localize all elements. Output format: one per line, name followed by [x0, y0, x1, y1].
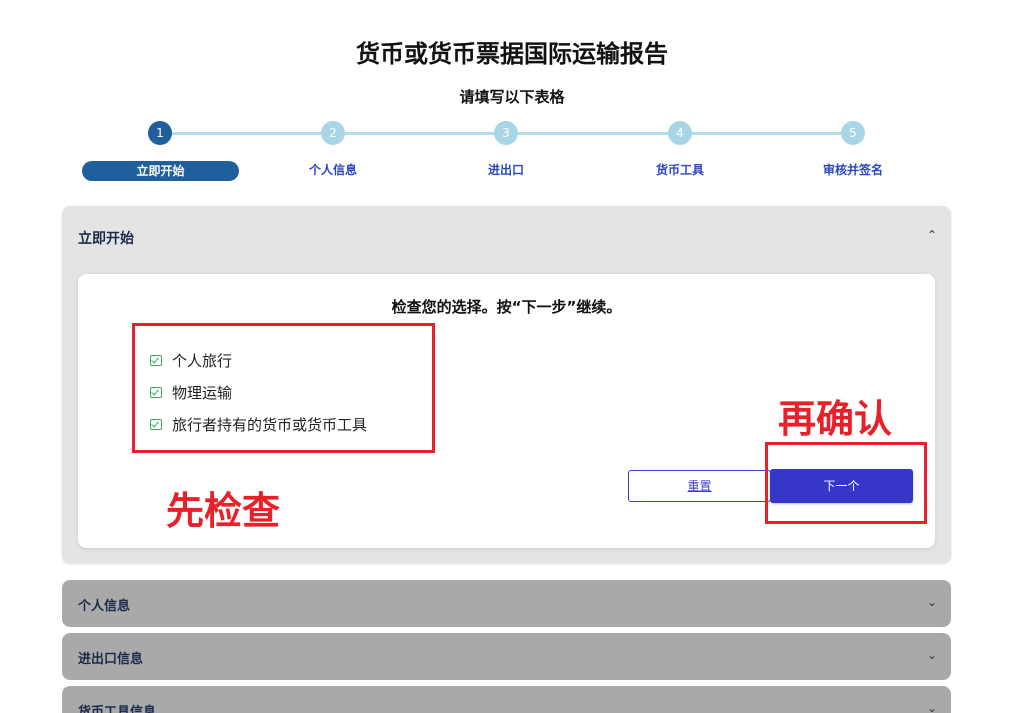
accordion-title[interactable]: 立即开始 [78, 228, 134, 248]
accordion-currency-instrument-info[interactable]: 货币工具信息 ⌄ [62, 686, 951, 713]
chevron-down-icon[interactable]: ⌄ [927, 648, 937, 662]
progress-stepper: 1 2 3 4 5 立即开始 个人信息 进出口 货币工具 审核并签名 [0, 120, 1024, 181]
chevron-down-icon[interactable]: ⌄ [927, 595, 937, 609]
page-title: 货币或货币票据国际运输报告 [356, 40, 668, 68]
check-highlight-box [132, 323, 435, 453]
step-1-label[interactable]: 立即开始 [82, 161, 239, 181]
step-2-label[interactable]: 个人信息 [283, 161, 383, 178]
chevron-up-icon[interactable]: ⌃ [927, 228, 937, 242]
accordion-title[interactable]: 货币工具信息 [78, 701, 156, 713]
chevron-down-icon[interactable]: ⌄ [927, 701, 937, 713]
step-2-circle[interactable]: 2 [321, 121, 345, 145]
accordion-title[interactable]: 进出口信息 [78, 648, 143, 667]
annotation-check-first: 先检查 [166, 489, 281, 533]
accordion-import-export-info[interactable]: 进出口信息 ⌄ [62, 633, 951, 680]
page-subtitle: 请填写以下表格 [459, 88, 565, 106]
accordion-title[interactable]: 个人信息 [78, 595, 130, 614]
accordion-personal-info[interactable]: 个人信息 ⌄ [62, 580, 951, 627]
reset-button[interactable]: 重置 [628, 470, 771, 502]
step-5-circle[interactable]: 5 [841, 121, 865, 145]
step-5-label[interactable]: 审核并签名 [803, 161, 903, 178]
confirm-highlight-box [765, 442, 927, 524]
step-3-label[interactable]: 进出口 [456, 161, 556, 178]
step-3-circle[interactable]: 3 [494, 121, 518, 145]
step-4-label[interactable]: 货币工具 [630, 161, 730, 178]
card-heading: 检查您的选择。按“下一步”继续。 [391, 298, 622, 316]
step-1-circle[interactable]: 1 [148, 121, 172, 145]
annotation-confirm-again: 再确认 [778, 397, 893, 441]
step-4-circle[interactable]: 4 [668, 121, 692, 145]
